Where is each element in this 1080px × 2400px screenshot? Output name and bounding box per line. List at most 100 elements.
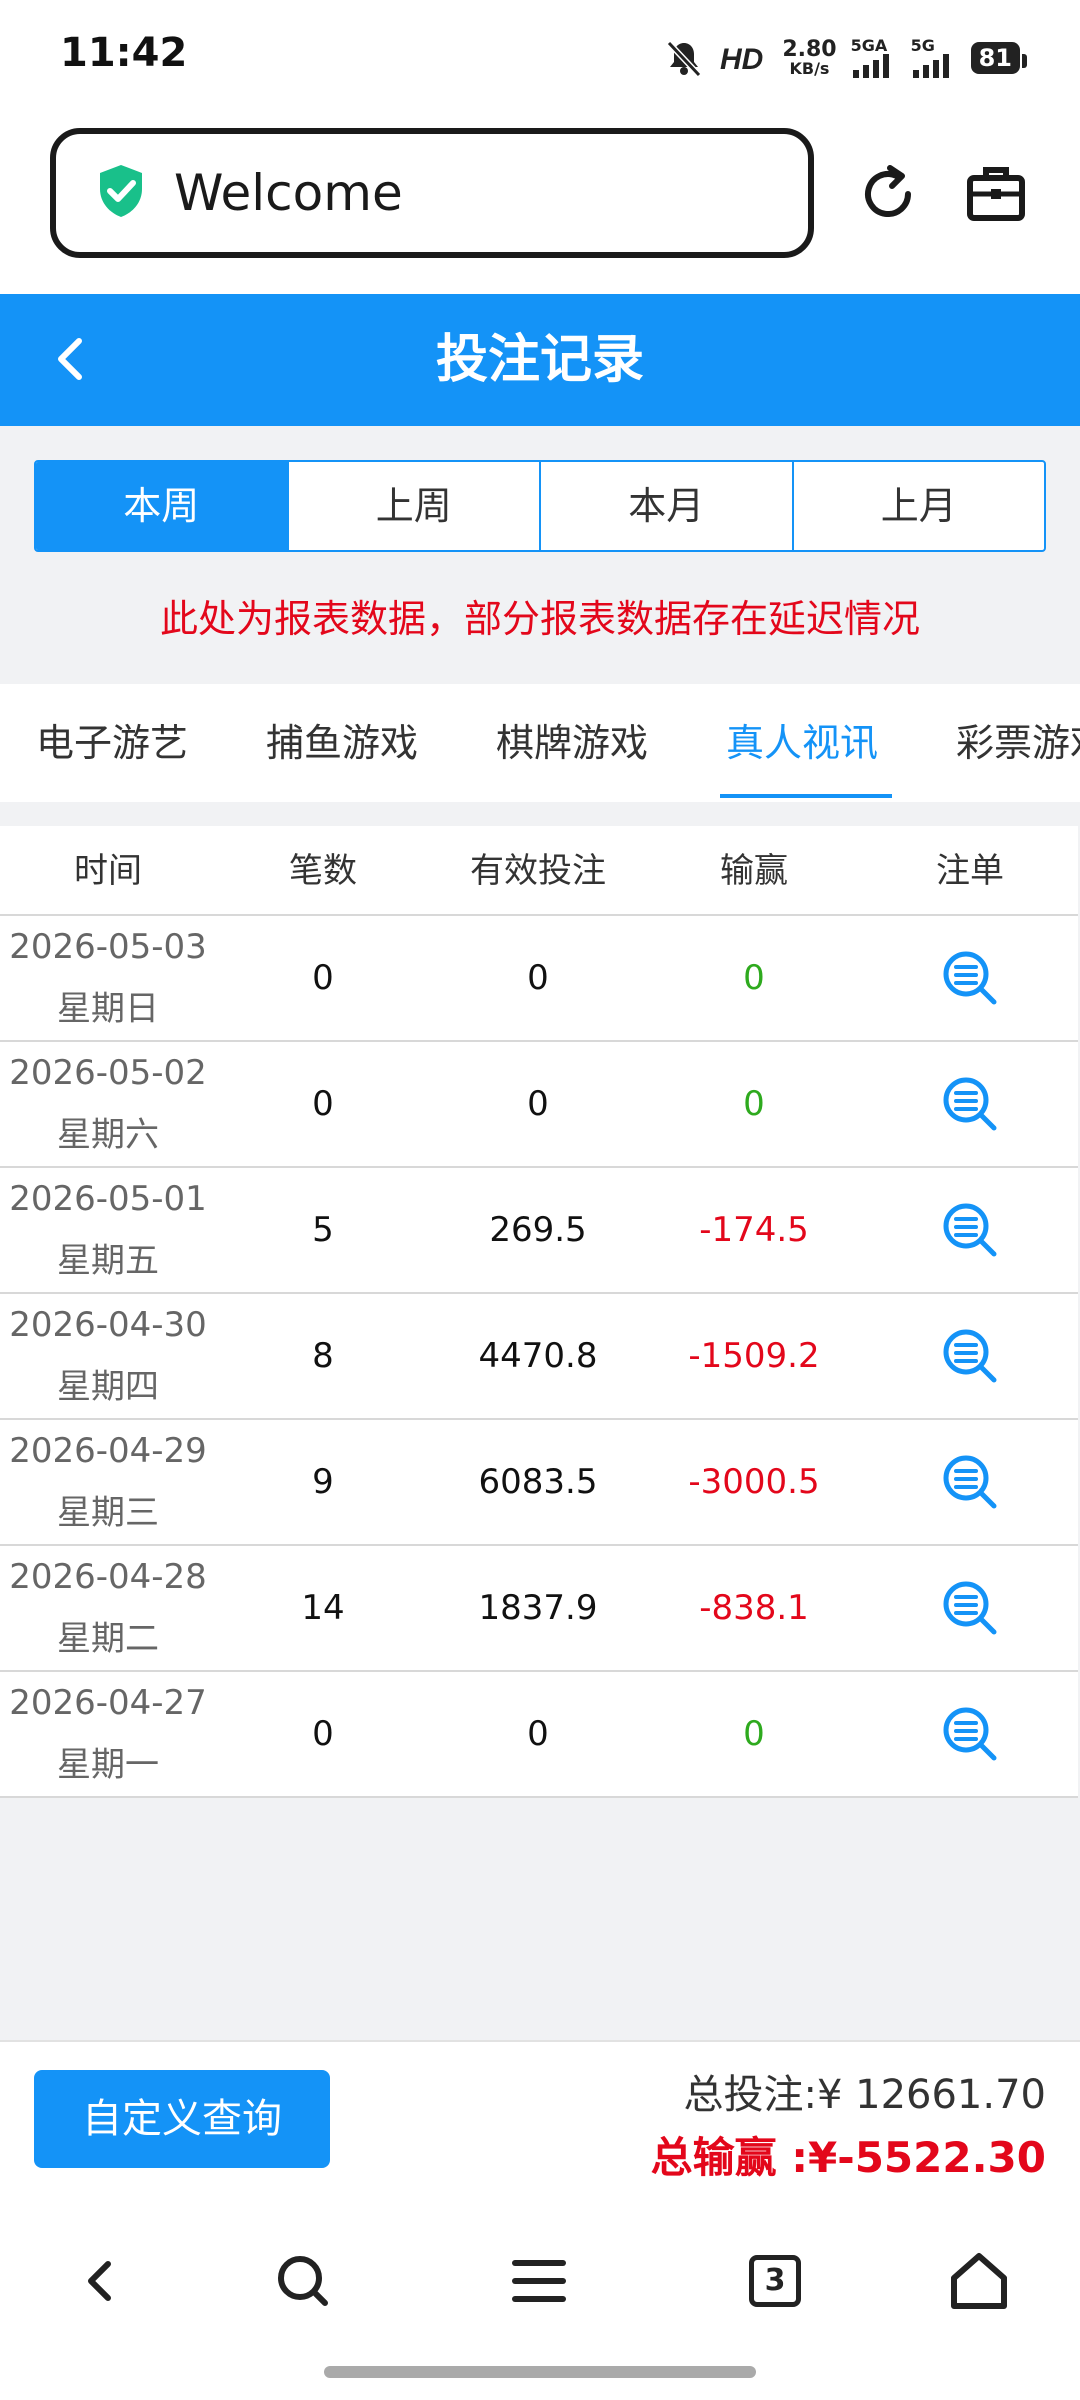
row-win-loss: 0 — [743, 1714, 765, 1754]
list-search-icon — [943, 1581, 997, 1635]
row-date-cell: 2026-04-30 星期四 — [0, 1294, 216, 1418]
row-weekday: 星期一 — [57, 1745, 159, 1785]
view-details-button[interactable] — [935, 1195, 1005, 1265]
view-details-button[interactable] — [935, 943, 1005, 1013]
menu-icon — [512, 2260, 566, 2302]
table-row: 2026-05-02 星期六 0 0 0 — [0, 1042, 1078, 1168]
nav-menu-button[interactable] — [494, 2236, 584, 2326]
signal-icon — [852, 54, 889, 78]
status-time: 11:42 — [60, 30, 188, 76]
row-weekday: 星期三 — [57, 1493, 159, 1533]
row-date: 2026-05-03 — [9, 927, 207, 967]
row-win-loss: 0 — [743, 958, 765, 998]
row-date-cell: 2026-04-28 星期二 — [0, 1546, 216, 1670]
list-search-icon — [943, 1707, 997, 1761]
gesture-handle[interactable] — [324, 2366, 756, 2378]
tab-this-month[interactable]: 本月 — [539, 462, 792, 550]
row-date: 2026-05-02 — [9, 1053, 207, 1093]
list-search-icon — [943, 1455, 997, 1509]
delay-notice: 此处为报表数据，部分报表数据存在延迟情况 — [159, 597, 920, 641]
total-win-loss: 总输赢 :¥-5522.30 — [650, 2133, 1046, 2182]
row-count: 0 — [312, 958, 334, 998]
row-date-cell: 2026-04-27 星期一 — [0, 1672, 216, 1796]
row-date: 2026-04-27 — [9, 1683, 207, 1723]
view-details-button[interactable] — [935, 1573, 1005, 1643]
list-search-icon — [943, 1077, 997, 1131]
table-row: 2026-05-01 星期五 5 269.5 -174.5 — [0, 1168, 1078, 1294]
row-date: 2026-04-30 — [9, 1305, 207, 1345]
nav-tabs-button[interactable]: 3 — [730, 2236, 820, 2326]
row-win-loss: -1509.2 — [688, 1336, 820, 1376]
nav-search-button[interactable] — [258, 2236, 348, 2326]
row-date-cell: 2026-05-02 星期六 — [0, 1042, 216, 1166]
category-tabs: 电子游艺 捕鱼游戏 棋牌游戏 真人视讯 彩票游戏 — [0, 684, 1080, 802]
table-body: 2026-05-03 星期日 0 0 0 2026-05-02 星期六 0 0 0 2026-05-… — [0, 916, 1078, 1798]
list-search-icon — [943, 1329, 997, 1383]
status-bar: 11:42 HD 2.80 KB/s 5GA 5G 81 — [0, 0, 1080, 118]
row-count: 9 — [312, 1462, 334, 1502]
row-win-loss: -3000.5 — [688, 1462, 820, 1502]
row-details-cell — [862, 1447, 1078, 1517]
row-valid-bet: 0 — [527, 1714, 549, 1754]
page-title: 投注记录 — [435, 330, 644, 390]
row-valid-bet: 1837.9 — [478, 1588, 598, 1628]
back-button[interactable] — [36, 324, 106, 394]
custom-query-button[interactable]: 自定义查询 — [34, 2070, 330, 2168]
table-row: 2026-04-29 星期三 9 6083.5 -3000.5 — [0, 1420, 1078, 1546]
row-weekday: 星期六 — [57, 1115, 159, 1155]
nav-back-button[interactable] — [56, 2236, 146, 2326]
row-count: 5 — [312, 1210, 334, 1250]
row-weekday: 星期日 — [57, 989, 159, 1029]
row-details-cell — [862, 943, 1078, 1013]
view-details-button[interactable] — [935, 1321, 1005, 1391]
row-date: 2026-04-28 — [9, 1557, 207, 1597]
row-details-cell — [862, 1699, 1078, 1769]
refresh-button[interactable] — [848, 154, 928, 234]
mute-bell-icon — [664, 38, 704, 78]
view-details-button[interactable] — [935, 1447, 1005, 1517]
nav-back-icon — [88, 2261, 111, 2301]
row-count: 0 — [312, 1714, 334, 1754]
tabs-icon: 3 — [749, 2255, 801, 2307]
tab-card-games[interactable]: 棋牌游戏 — [496, 684, 648, 802]
page-header: 投注记录 — [0, 294, 1080, 426]
row-details-cell — [862, 1069, 1078, 1139]
col-details: 注单 — [936, 851, 1004, 891]
nav-home-button[interactable] — [934, 2236, 1024, 2326]
col-valid-bet: 有效投注 — [470, 851, 606, 891]
table-row: 2026-04-30 星期四 8 4470.8 -1509.2 — [0, 1294, 1078, 1420]
tab-fishing-games[interactable]: 捕鱼游戏 — [266, 684, 418, 802]
tab-this-week[interactable]: 本周 — [36, 462, 287, 550]
toolbox-button[interactable] — [956, 154, 1036, 234]
tab-electronic-games[interactable]: 电子游艺 — [36, 684, 188, 802]
net-speed: 2.80 KB/s — [782, 37, 837, 78]
row-date: 2026-04-29 — [9, 1431, 207, 1471]
row-date-cell: 2026-05-03 星期日 — [0, 916, 216, 1040]
row-weekday: 星期五 — [57, 1241, 159, 1281]
row-count: 14 — [301, 1588, 345, 1628]
row-date-cell: 2026-04-29 星期三 — [0, 1420, 216, 1544]
row-valid-bet: 269.5 — [489, 1210, 587, 1250]
browser-nav-bar: 3 — [0, 2196, 1080, 2400]
address-bar[interactable]: Welcome — [50, 128, 814, 258]
signal-icon — [912, 54, 949, 78]
tab-last-week[interactable]: 上周 — [286, 462, 540, 550]
home-icon — [951, 2253, 1007, 2309]
tab-lottery-games[interactable]: 彩票游戏 — [956, 684, 1080, 802]
list-search-icon — [943, 1203, 997, 1257]
row-details-cell — [862, 1573, 1078, 1643]
hd-icon: HD — [718, 41, 768, 75]
tab-last-month[interactable]: 上月 — [791, 462, 1045, 550]
search-icon — [278, 2256, 328, 2306]
active-tab-underline — [720, 794, 892, 798]
shield-check-icon — [96, 163, 146, 223]
view-details-button[interactable] — [935, 1699, 1005, 1769]
row-win-loss: -838.1 — [699, 1588, 809, 1628]
address-text: Welcome — [174, 164, 403, 222]
tab-live-casino[interactable]: 真人视讯 — [726, 684, 878, 802]
status-icons: HD 2.80 KB/s 5GA 5G 81 — [664, 30, 1028, 86]
col-count: 笔数 — [289, 851, 357, 891]
refresh-icon — [865, 165, 911, 217]
view-details-button[interactable] — [935, 1069, 1005, 1139]
list-search-icon — [943, 951, 997, 1005]
